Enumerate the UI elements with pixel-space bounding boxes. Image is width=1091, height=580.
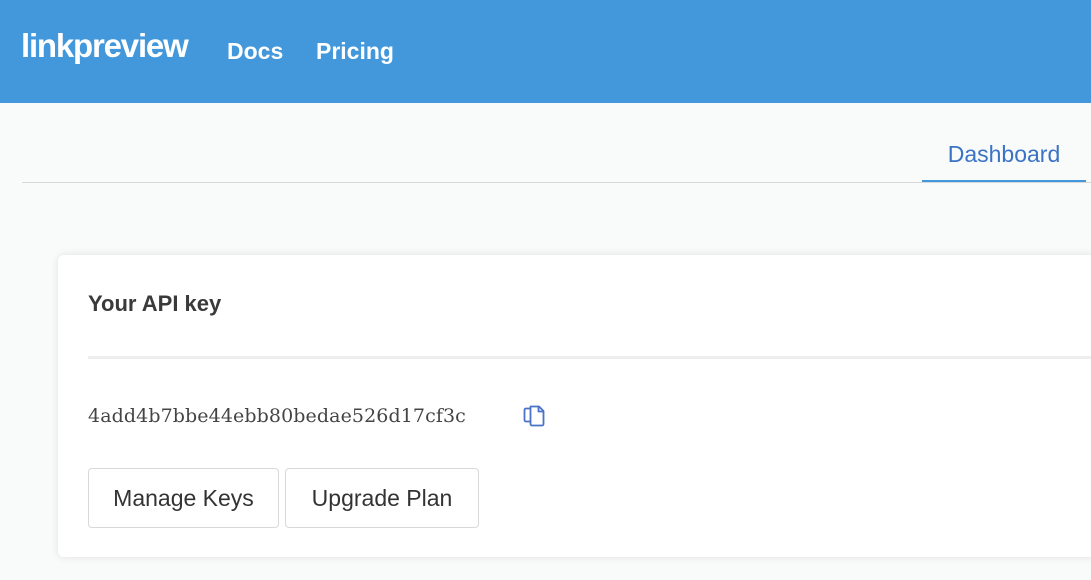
upgrade-plan-button[interactable]: Upgrade Plan [285, 468, 479, 528]
manage-keys-button[interactable]: Manage Keys [88, 468, 279, 528]
tab-dashboard[interactable]: Dashboard [922, 103, 1086, 182]
api-key-value: 4add4b7bbe44ebb80bedae526d17cf3c [88, 405, 466, 427]
api-key-card: Your API key 4add4b7bbe44ebb80bedae526d1… [58, 255, 1091, 557]
copy-icon[interactable] [521, 403, 547, 429]
top-navbar: linkpreview Docs Pricing [0, 0, 1091, 103]
brand-logo[interactable]: linkpreview [21, 26, 189, 66]
nav-link-docs[interactable]: Docs [227, 36, 283, 66]
nav-link-pricing[interactable]: Pricing [316, 36, 394, 66]
card-title: Your API key [88, 291, 222, 316]
card-divider [88, 356, 1091, 359]
tab-bar: Dashboard [22, 103, 1091, 183]
